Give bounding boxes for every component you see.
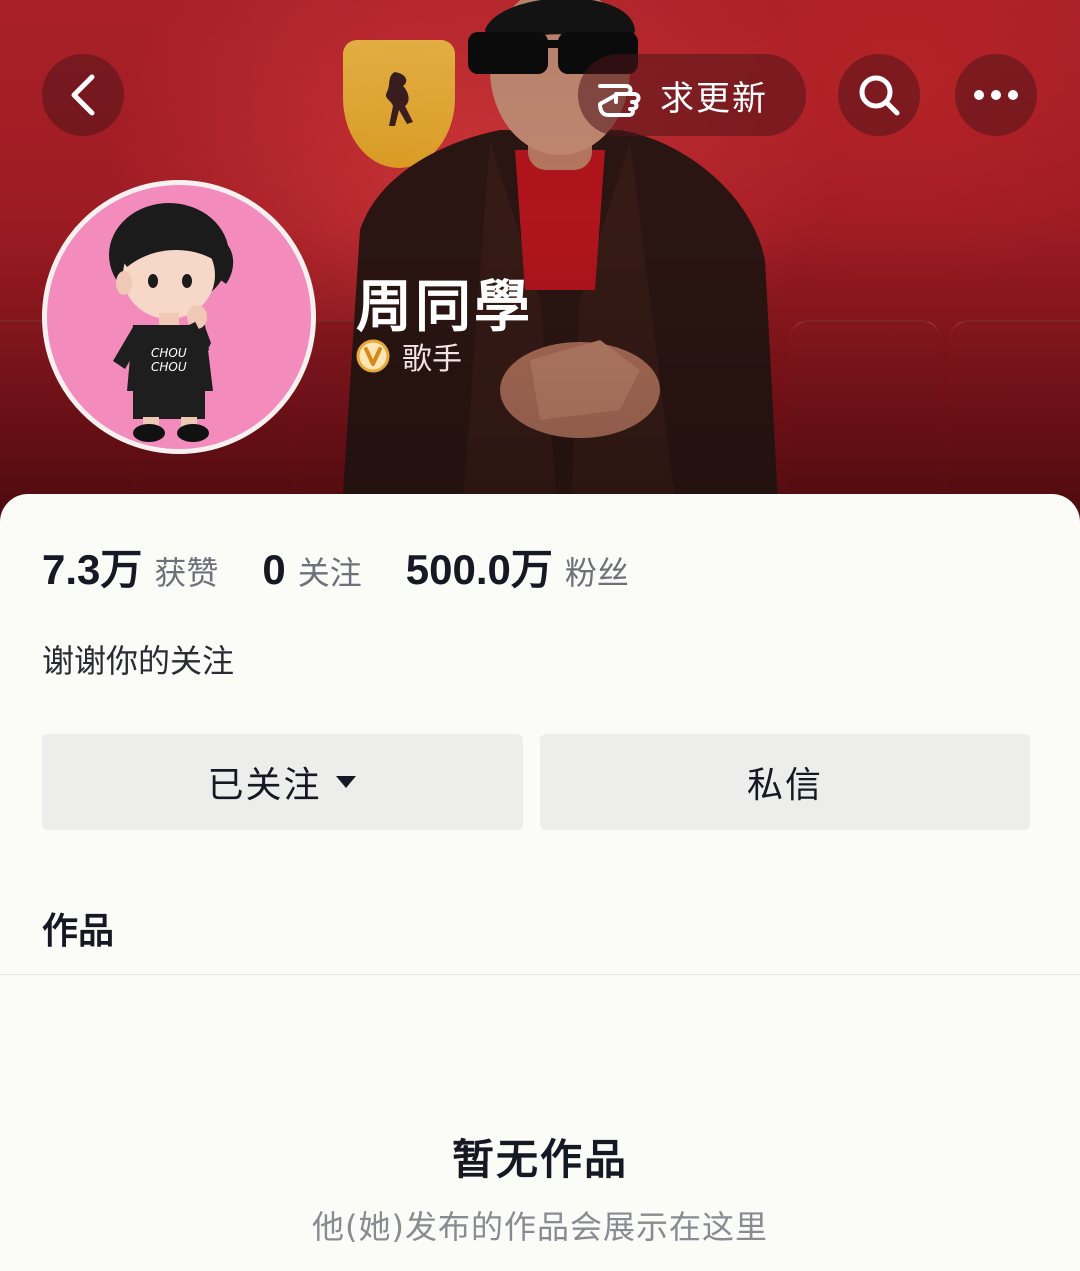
- search-button[interactable]: [838, 54, 920, 136]
- followed-button[interactable]: 已关注: [42, 734, 523, 830]
- caret-down-icon: [335, 776, 356, 788]
- profile-card: 7.3万 获赞 0 关注 500.0万 粉丝 谢谢你的关注 已关注 私信 作品 …: [0, 494, 1080, 1271]
- more-icon: [974, 90, 1018, 100]
- hand-pointer-icon: [598, 84, 641, 117]
- profile-banner: 求更新 CHOU CHOU 周同學 歌手: [0, 0, 1080, 540]
- avatar[interactable]: CHOU CHOU: [42, 180, 316, 454]
- profile-name: 周同學: [356, 275, 533, 340]
- stat-followers-label: 粉丝: [564, 554, 629, 592]
- stat-likes-value: 7.3万: [42, 546, 143, 593]
- more-button[interactable]: [955, 54, 1037, 136]
- stat-following-value: 0: [262, 546, 286, 593]
- stat-likes[interactable]: 7.3万 获赞: [42, 536, 218, 597]
- verified-role-label: 歌手: [402, 342, 462, 377]
- stat-following[interactable]: 0 关注: [262, 546, 361, 594]
- message-button[interactable]: 私信: [540, 734, 1030, 830]
- tab-works[interactable]: 作品: [42, 902, 114, 954]
- request-update-label: 求更新: [660, 78, 768, 119]
- empty-state-subtitle: 他(她)发布的作品会展示在这里: [312, 1208, 768, 1246]
- svg-text:CHOU: CHOU: [151, 346, 187, 360]
- svg-text:CHOU: CHOU: [151, 360, 187, 374]
- verified-role: 歌手: [356, 336, 462, 377]
- followed-label: 已关注: [207, 765, 322, 806]
- empty-state-title: 暂无作品: [451, 1135, 628, 1184]
- verified-v-icon: [356, 339, 390, 373]
- profile-bio: 谢谢你的关注: [42, 642, 235, 680]
- stat-likes-label: 获赞: [154, 554, 219, 592]
- back-icon: [71, 74, 95, 116]
- stat-following-label: 关注: [297, 554, 362, 592]
- profile-stats: 7.3万 获赞 0 关注 500.0万 粉丝: [42, 536, 673, 597]
- message-label: 私信: [746, 765, 823, 806]
- request-update-button[interactable]: 求更新: [578, 54, 806, 136]
- stat-followers-value: 500.0万: [405, 546, 553, 593]
- search-icon: [859, 75, 900, 116]
- tab-divider: [0, 974, 1080, 975]
- stat-followers[interactable]: 500.0万 粉丝: [406, 536, 629, 597]
- back-button[interactable]: [42, 54, 124, 136]
